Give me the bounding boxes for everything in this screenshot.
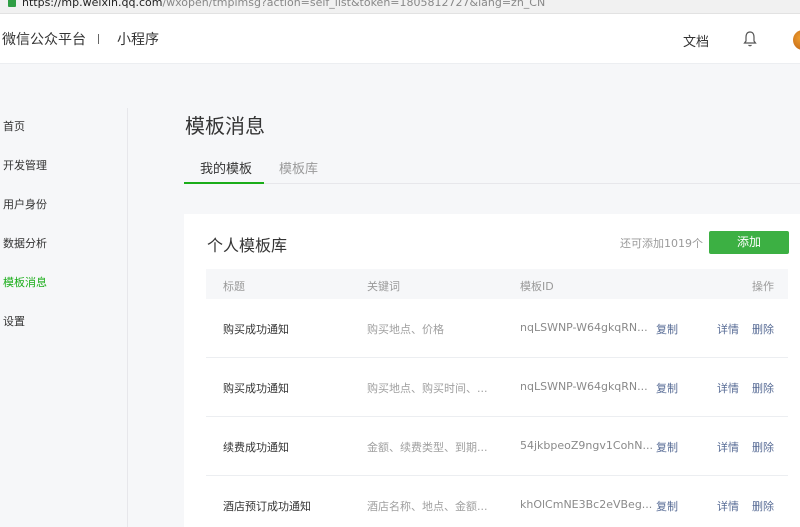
card-title: 个人模板库 bbox=[207, 236, 288, 255]
row-template-id: nqLSWNP-W64gkqRN... bbox=[520, 321, 648, 334]
detail-link[interactable]: 详情 bbox=[717, 439, 739, 455]
delete-link[interactable]: 删除 bbox=[752, 498, 774, 514]
url-host: https://mp.weixin.qq.com bbox=[22, 0, 163, 9]
row-template-id: khOlCmNE3Bc2eVBeg... bbox=[520, 498, 653, 511]
sidebar-item-data-analysis[interactable]: 数据分析 bbox=[3, 235, 47, 251]
lock-icon bbox=[8, 0, 16, 7]
table-header: 标题 关键词 模板ID 操作 bbox=[206, 269, 788, 299]
brand-title[interactable]: 微信公众平台 bbox=[2, 29, 86, 49]
url-path: /wxopen/tmplmsg?action=self_list&token=1… bbox=[162, 0, 546, 9]
row-keywords: 购买地点、购买时间、... bbox=[367, 382, 488, 395]
tab-my-templates[interactable]: 我的模板 bbox=[200, 158, 252, 177]
sidebar-item-user-identity[interactable]: 用户身份 bbox=[3, 196, 47, 212]
section-title: 小程序 bbox=[117, 32, 159, 48]
row-title: 购买成功通知 bbox=[223, 323, 289, 336]
browser-address-bar[interactable]: https://mp.weixin.qq.com/wxopen/tmplmsg?… bbox=[0, 0, 800, 14]
top-header: 微信公众平台 小程序 文档 bbox=[0, 14, 800, 64]
tab-bar: 我的模板 模板库 bbox=[184, 148, 800, 184]
copy-link[interactable]: 复制 bbox=[656, 380, 678, 396]
template-card: 个人模板库 还可添加1019个 添加 标题 关键词 模板ID 操作 购买成功通知… bbox=[184, 214, 800, 527]
row-title: 续费成功通知 bbox=[223, 441, 289, 454]
table-row: 购买成功通知 购买地点、购买时间、... nqLSWNP-W64gkqRN...… bbox=[206, 358, 788, 417]
header-divider bbox=[98, 34, 99, 44]
url-text[interactable]: https://mp.weixin.qq.com/wxopen/tmplmsg?… bbox=[22, 0, 545, 10]
row-title: 酒店预订成功通知 bbox=[223, 500, 311, 513]
row-keywords: 购买地点、价格 bbox=[367, 323, 444, 336]
bell-icon[interactable] bbox=[742, 30, 758, 48]
delete-link[interactable]: 删除 bbox=[752, 380, 774, 396]
row-keywords: 金额、续费类型、到期... bbox=[367, 441, 488, 454]
copy-link[interactable]: 复制 bbox=[656, 439, 678, 455]
sidebar-item-dev-management[interactable]: 开发管理 bbox=[3, 157, 47, 173]
sidebar-item-home[interactable]: 首页 bbox=[3, 118, 25, 134]
detail-link[interactable]: 详情 bbox=[717, 380, 739, 396]
active-tab-indicator bbox=[184, 182, 264, 184]
column-header-title: 标题 bbox=[223, 280, 245, 293]
page-title: 模板消息 bbox=[185, 114, 265, 138]
quota-text: 还可添加1019个 bbox=[620, 237, 703, 250]
column-header-actions: 操作 bbox=[752, 280, 774, 293]
column-header-keywords: 关键词 bbox=[367, 280, 400, 293]
row-template-id: nqLSWNP-W64gkqRN... bbox=[520, 380, 648, 393]
sidebar-item-template-messages[interactable]: 模板消息 bbox=[3, 274, 47, 290]
detail-link[interactable]: 详情 bbox=[717, 321, 739, 337]
column-header-template-id: 模板ID bbox=[520, 280, 554, 293]
row-template-id: 54jkbpeoZ9ngv1CohN... bbox=[520, 439, 653, 452]
row-keywords: 酒店名称、地点、金额... bbox=[367, 500, 488, 513]
copy-link[interactable]: 复制 bbox=[656, 321, 678, 337]
delete-link[interactable]: 删除 bbox=[752, 321, 774, 337]
copy-link[interactable]: 复制 bbox=[656, 498, 678, 514]
detail-link[interactable]: 详情 bbox=[717, 498, 739, 514]
sidebar: 首页 开发管理 用户身份 数据分析 模板消息 设置 bbox=[0, 108, 128, 527]
sidebar-item-settings[interactable]: 设置 bbox=[3, 313, 25, 329]
add-button[interactable]: 添加 bbox=[709, 231, 789, 254]
row-title: 购买成功通知 bbox=[223, 382, 289, 395]
delete-link[interactable]: 删除 bbox=[752, 439, 774, 455]
avatar[interactable] bbox=[793, 30, 800, 50]
table-row: 续费成功通知 金额、续费类型、到期... 54jkbpeoZ9ngv1CohN.… bbox=[206, 417, 788, 476]
table-row: 购买成功通知 购买地点、价格 nqLSWNP-W64gkqRN... 复制 详情… bbox=[206, 299, 788, 358]
table-row: 酒店预订成功通知 酒店名称、地点、金额... khOlCmNE3Bc2eVBeg… bbox=[206, 476, 788, 527]
tab-template-library[interactable]: 模板库 bbox=[279, 158, 318, 177]
docs-link[interactable]: 文档 bbox=[683, 31, 709, 50]
